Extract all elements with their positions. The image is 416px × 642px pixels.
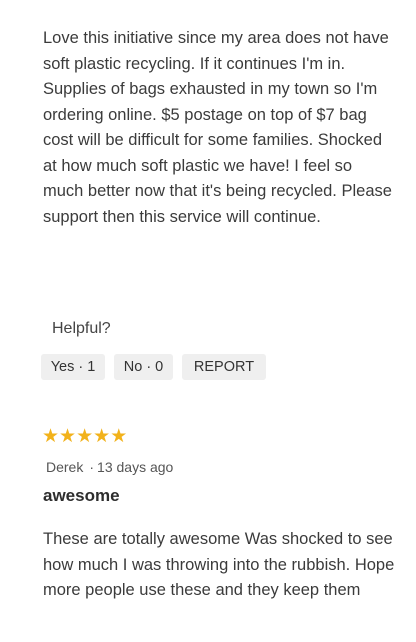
- star-rating: ★ ★ ★ ★ ★: [42, 426, 127, 446]
- star-icon: ★: [76, 425, 94, 447]
- review-date: 13 days ago: [97, 459, 174, 475]
- star-icon: ★: [110, 425, 128, 447]
- star-icon: ★: [42, 425, 60, 447]
- review-meta: Derek · 13 days ago: [46, 459, 173, 475]
- helpful-label: Helpful?: [52, 320, 111, 337]
- report-button[interactable]: REPORT: [182, 354, 266, 380]
- vote-no-button[interactable]: No · 0: [114, 354, 173, 380]
- review-body: These are totally awesome Was shocked to…: [43, 530, 395, 599]
- star-icon: ★: [93, 425, 111, 447]
- star-icon: ★: [59, 425, 77, 447]
- helpful-vote-row: Yes · 1 No · 0 REPORT: [41, 354, 266, 380]
- review-author: Derek: [46, 459, 84, 475]
- review-title: awesome: [43, 486, 120, 505]
- vote-yes-button[interactable]: Yes · 1: [41, 354, 105, 380]
- review-body: Love this initiative since my area does …: [43, 29, 392, 226]
- meta-separator: ·: [89, 459, 95, 475]
